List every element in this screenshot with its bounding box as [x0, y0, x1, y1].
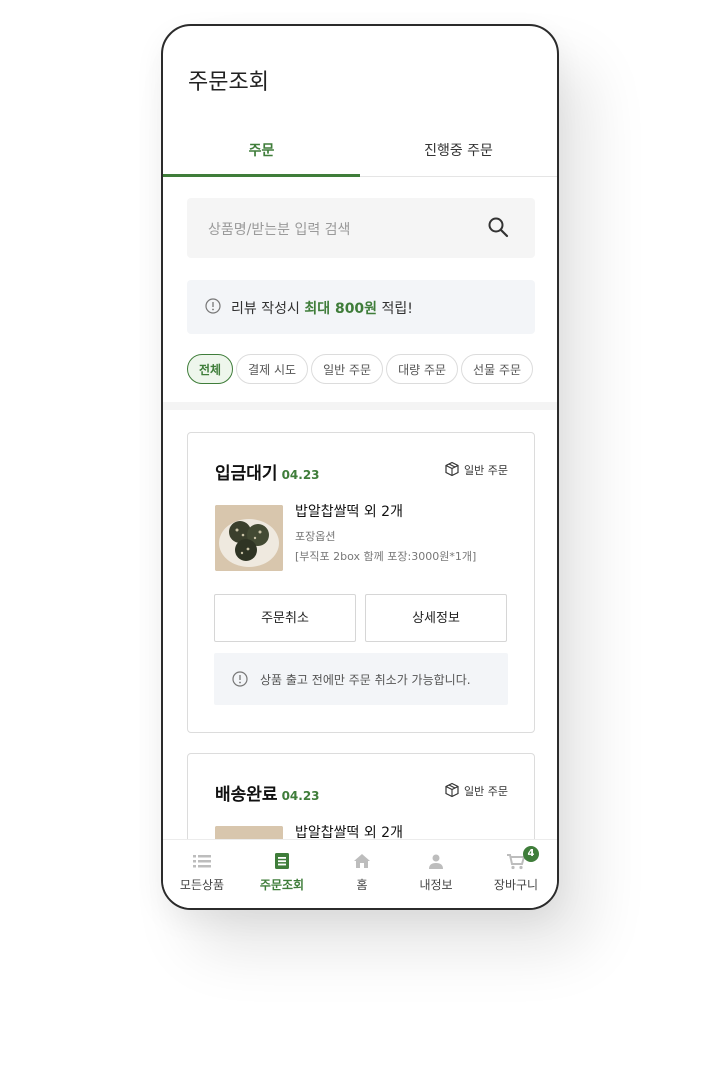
order-type: 일반 주문 [444, 461, 508, 478]
order-date: 04.23 [281, 789, 320, 803]
order-status-text: 입금대기 [215, 464, 278, 484]
tab-in-progress[interactable]: 진행중 주문 [360, 134, 557, 176]
phone-frame: 주문조회 주문 진행중 주문 상품명/받는분 입력 검색 리뷰 작성시 최대 8… [161, 24, 559, 910]
cart-count-badge: 4 [523, 846, 539, 862]
search-input[interactable]: 상품명/받는분 입력 검색 [187, 198, 535, 258]
filter-chip-all[interactable]: 전체 [187, 354, 234, 384]
user-icon [429, 854, 443, 869]
filter-chip-bulk[interactable]: 대량 주문 [386, 354, 459, 384]
product-thumbnail[interactable] [215, 505, 283, 571]
nav-label: 내정보 [419, 878, 453, 892]
order-status: 배송완료 04.23 [215, 780, 320, 805]
info-icon [205, 298, 221, 314]
product-option-detail: [부직포 2box 함께 포장:3000원*1개] [295, 550, 477, 563]
order-status-text: 배송완료 [215, 785, 278, 805]
box-icon [445, 461, 459, 477]
nav-label: 주문조회 [259, 878, 305, 892]
tab-bar: 주문 진행중 주문 [163, 134, 557, 177]
nav-all-products[interactable]: 모든상품 [163, 840, 241, 908]
search-icon[interactable] [487, 216, 509, 238]
order-type: 일반 주문 [444, 782, 508, 799]
home-icon [354, 854, 370, 868]
notice-suffix: 적립! [377, 301, 413, 317]
order-type-label: 일반 주문 [464, 464, 508, 477]
filter-chip-gift[interactable]: 선물 주문 [461, 354, 534, 384]
page-title: 주문조회 [188, 70, 269, 95]
nav-home[interactable]: 홈 [323, 840, 401, 908]
nav-my-info[interactable]: 내정보 [397, 840, 475, 908]
tab-orders[interactable]: 주문 [163, 134, 360, 177]
bottom-nav: 모든상품 주문조회 홈 내정보 4 장바구니 [163, 839, 557, 908]
nav-label: 장바구니 [493, 878, 539, 892]
nav-label: 모든상품 [179, 878, 225, 892]
filter-chip-regular[interactable]: 일반 주문 [311, 354, 384, 384]
product-name[interactable]: 밥알찹쌀떡 외 2개 [295, 501, 403, 521]
section-divider [163, 402, 557, 410]
order-card: 입금대기 04.23 일반 주문 밥알찹쌀떡 외 2개 포장옵션 [부직포 2b… [187, 432, 535, 733]
review-notice-text: 리뷰 작성시 최대 800원 적립! [231, 298, 413, 318]
rice-cake-image [215, 505, 283, 571]
box-icon [445, 782, 459, 798]
search-placeholder: 상품명/받는분 입력 검색 [208, 222, 351, 238]
nav-cart[interactable]: 4 장바구니 [477, 840, 555, 908]
notice-highlight: 최대 800원 [304, 301, 378, 317]
order-icon [275, 853, 289, 869]
cancel-order-button[interactable]: 주문취소 [214, 594, 356, 642]
product-option-label: 포장옵션 [295, 530, 336, 543]
review-notice: 리뷰 작성시 최대 800원 적립! [187, 280, 535, 334]
order-status: 입금대기 04.23 [215, 459, 320, 484]
filter-chips: 전체 결제 시도 일반 주문 대량 주문 선물 주문 [187, 354, 536, 388]
nav-order-lookup[interactable]: 주문조회 [243, 840, 321, 908]
filter-chip-payment-attempt[interactable]: 결제 시도 [236, 354, 309, 384]
order-type-label: 일반 주문 [464, 785, 508, 798]
order-detail-button[interactable]: 상세정보 [365, 594, 507, 642]
cancel-notice-text: 상품 출고 전에만 주문 취소가 가능합니다. [260, 673, 471, 687]
list-icon [193, 855, 211, 868]
cancel-notice: 상품 출고 전에만 주문 취소가 가능합니다. [214, 653, 508, 705]
notice-prefix: 리뷰 작성시 [231, 301, 305, 317]
order-date: 04.23 [281, 468, 320, 482]
nav-label: 홈 [356, 878, 368, 892]
info-icon [232, 671, 248, 687]
